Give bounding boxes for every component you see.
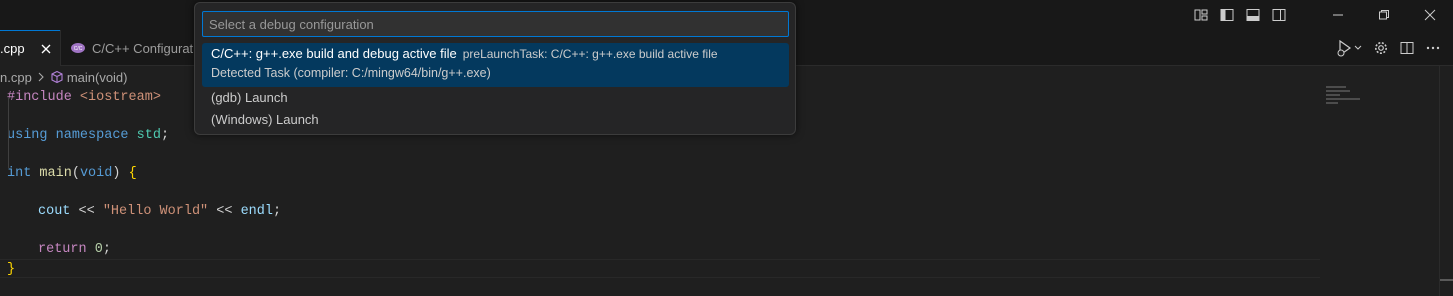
preprocessor-directive: #include [7, 90, 72, 105]
restore-icon[interactable] [1361, 0, 1407, 30]
quick-pick-item-cpp-build-debug[interactable]: C/C++: g++.exe build and debug active fi… [202, 43, 789, 87]
punctuation: ; [272, 204, 282, 219]
function-name: main [39, 166, 72, 181]
toggle-primary-sidebar-icon[interactable] [1217, 5, 1237, 25]
punctuation: ; [160, 128, 170, 143]
item-label: C/C++: g++.exe build and debug active fi… [211, 46, 457, 61]
number-literal: 0 [94, 242, 103, 257]
split-editor-icon[interactable] [1399, 38, 1415, 58]
tab-cpp-configurations[interactable]: C/C C/C++ Configurati [60, 30, 210, 66]
breadcrumb-file[interactable]: n.cpp [0, 70, 32, 85]
method-cube-icon [50, 70, 64, 84]
indent-guide [8, 97, 9, 168]
type-keyword: int [7, 166, 32, 181]
debug-config-quick-pick: C/C++: g++.exe build and debug active fi… [194, 2, 796, 135]
brace: { [128, 166, 137, 181]
more-actions-icon[interactable] [1425, 38, 1441, 58]
keyword: return [38, 242, 87, 257]
identifier: cout [38, 204, 71, 219]
code-line-9: return 0; [38, 240, 111, 259]
tab-label: .cpp [0, 41, 25, 56]
run-debug-icon[interactable] [1335, 38, 1363, 58]
code-line-3: using namespace std; [7, 126, 169, 145]
minimap-line [1326, 98, 1360, 100]
operator: << [216, 204, 233, 219]
minimap[interactable] [1326, 86, 1386, 126]
customize-layout-icon[interactable] [1191, 5, 1211, 25]
minimap-line [1326, 102, 1338, 104]
toggle-panel-icon[interactable] [1243, 5, 1263, 25]
title-bar-controls [1191, 0, 1453, 30]
editor-actions [1335, 30, 1453, 66]
svg-text:C/C: C/C [74, 46, 83, 52]
punctuation: ) [112, 166, 121, 181]
item-label: (gdb) Launch [211, 90, 288, 105]
close-icon[interactable] [39, 42, 53, 56]
punctuation: ( [71, 166, 80, 181]
type-keyword: void [79, 166, 113, 181]
gear-icon[interactable] [1373, 38, 1389, 58]
toggle-secondary-sidebar-icon[interactable] [1269, 5, 1289, 25]
current-line-highlight [0, 259, 1320, 278]
close-window-icon[interactable] [1407, 0, 1453, 30]
chevron-right-icon [36, 72, 46, 82]
item-label: (Windows) Launch [211, 112, 319, 127]
quick-pick-item-gdb-launch[interactable]: (gdb) Launch [202, 87, 789, 109]
include-header: <iostream> [79, 90, 161, 105]
keyword: namespace [55, 128, 129, 143]
namespace-name: std [136, 128, 161, 143]
code-line-1: #include <iostream> [7, 88, 161, 107]
code-line-7: cout << "Hello World" << endl; [38, 202, 281, 221]
item-description: preLaunchTask: C/C++: g++.exe build acti… [462, 47, 718, 61]
item-detail: Detected Task (compiler: C:/mingw64/bin/… [211, 66, 491, 80]
minimap-line [1326, 94, 1340, 96]
vertical-scrollbar[interactable] [1439, 66, 1453, 296]
tab-label: C/C++ Configurati [92, 40, 197, 56]
operator: << [78, 204, 95, 219]
code-line-5: int main(void) { [7, 164, 137, 183]
quick-pick-input[interactable] [202, 11, 789, 37]
identifier: endl [240, 204, 273, 219]
scrollbar-marker [1440, 279, 1453, 281]
punctuation: ; [102, 242, 111, 257]
minimap-line [1326, 86, 1346, 88]
minimap-line [1326, 90, 1350, 92]
string-literal: "Hello World" [102, 204, 209, 219]
item-label-row: C/C++: g++.exe build and debug active fi… [211, 46, 718, 61]
breadcrumb-symbol[interactable]: main(void) [67, 70, 128, 85]
cpp-config-icon: C/C [70, 40, 86, 56]
keyword: using [7, 128, 48, 143]
layout-controls [1191, 5, 1289, 25]
tab-main-cpp[interactable]: .cpp [0, 30, 60, 66]
breadcrumb: n.cpp main(void) [0, 66, 128, 88]
quick-pick-item-windows-launch[interactable]: (Windows) Launch [202, 109, 789, 131]
minimize-icon[interactable] [1315, 0, 1361, 30]
